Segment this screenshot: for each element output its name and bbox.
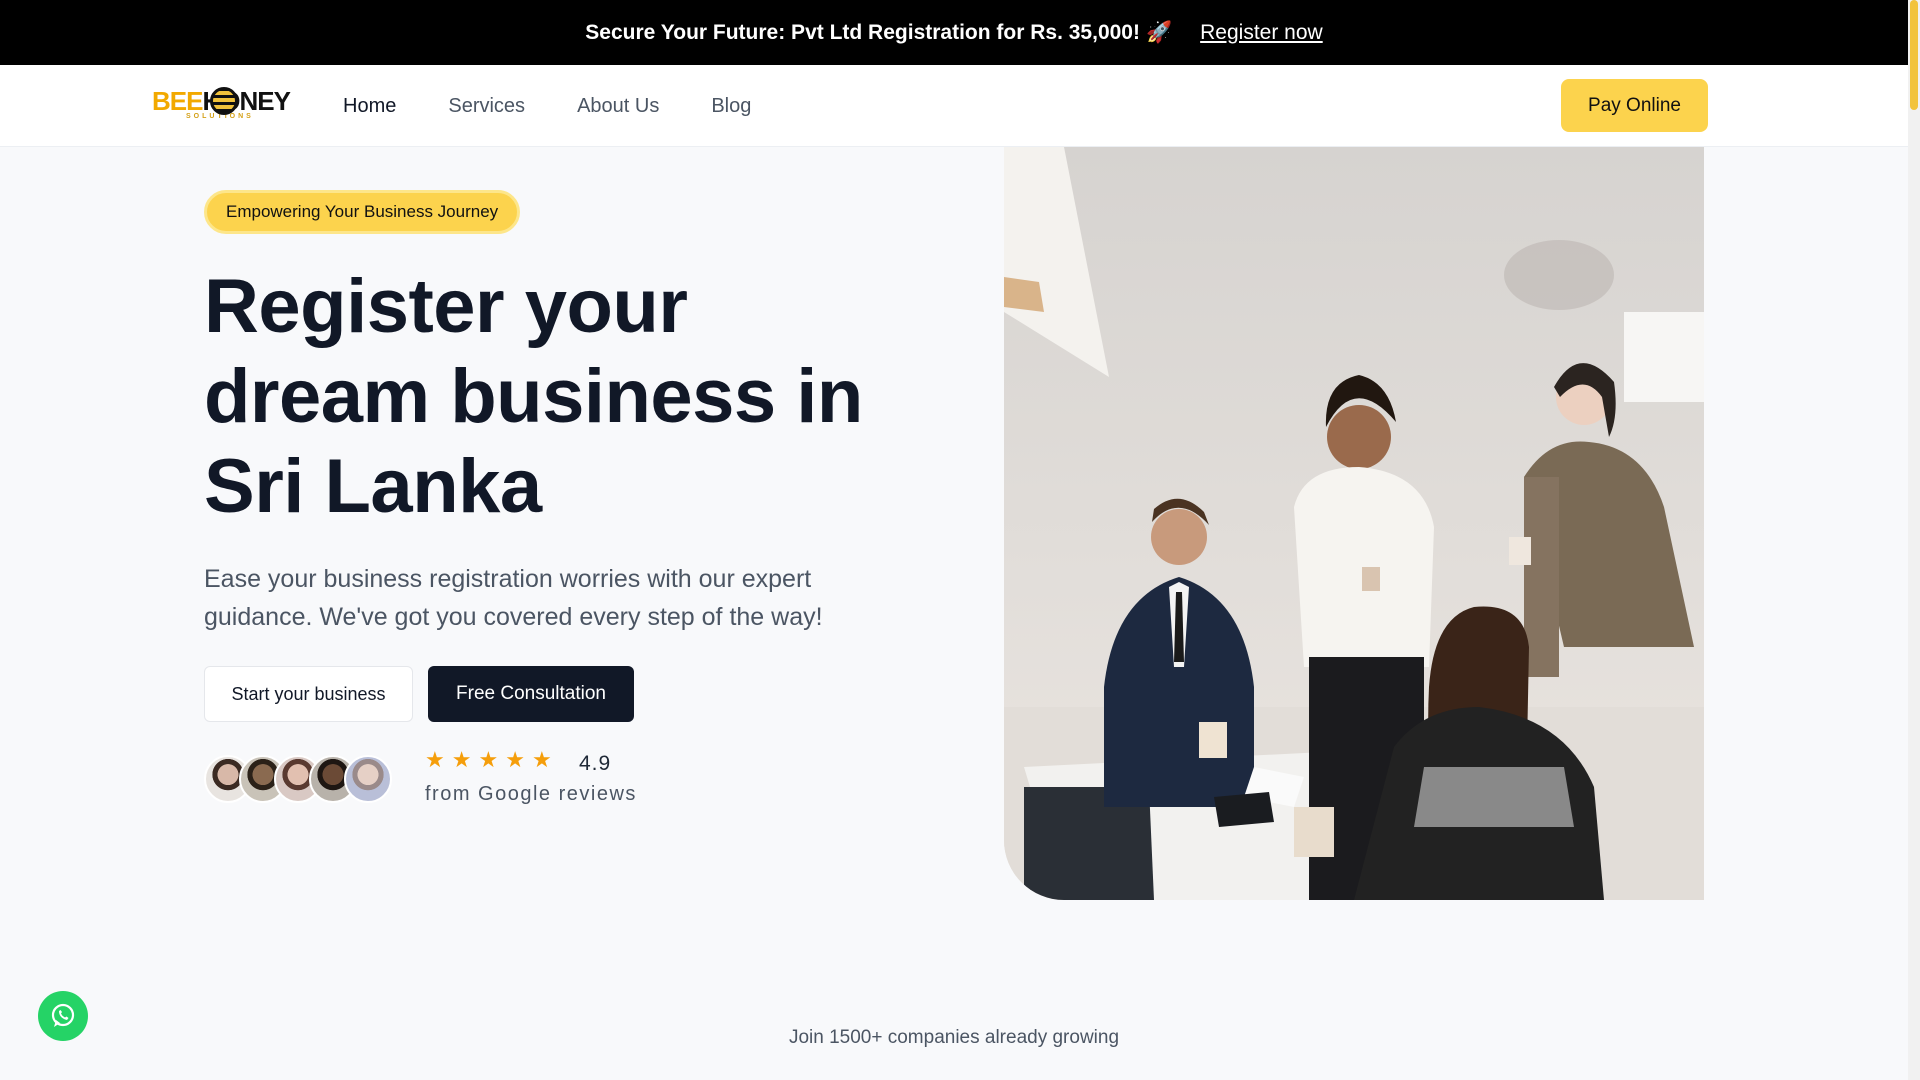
main-nav: Home Services About Us Blog <box>343 65 751 147</box>
rocket-icon: 🚀 <box>1145 20 1173 44</box>
hero-badge: Empowering Your Business Journey <box>204 190 521 234</box>
hero-team-photo <box>1004 147 1704 900</box>
join-companies-text: Join 1500+ companies already growing <box>788 1027 1120 1048</box>
free-consultation-button[interactable]: Free Consultation <box>428 666 634 722</box>
nav-item-about-us[interactable]: About Us <box>577 95 659 118</box>
scrollbar-thumb[interactable] <box>1910 0 1918 110</box>
star-icon: ★ <box>531 747 552 772</box>
star-icon: ★ <box>478 747 499 772</box>
brand-logo[interactable]: BEEHONEY SOLUTIONS <box>152 87 292 127</box>
promo-bar: Secure Your Future: Pvt Ltd Registration… <box>0 0 1908 65</box>
start-business-button[interactable]: Start your business <box>204 666 413 722</box>
star-icon: ★ <box>505 747 525 772</box>
hero-subtext: Ease your business registration worries … <box>204 565 823 631</box>
nav-item-home[interactable]: Home <box>343 95 396 118</box>
bee-icon <box>210 87 238 115</box>
pay-online-button[interactable]: Pay Online <box>1561 79 1708 132</box>
nav-item-services[interactable]: Services <box>448 95 525 118</box>
customer-avatars <box>204 755 394 805</box>
star-icon: ★ <box>451 747 472 772</box>
navbar: BEEHONEY SOLUTIONS Home Services About U… <box>0 65 1908 147</box>
page-scrollbar[interactable] <box>1908 0 1920 1080</box>
hero-headline: Register your dream business in Sri Lank… <box>204 264 863 529</box>
team-meeting-illustration <box>1004 147 1704 900</box>
nav-item-blog[interactable]: Blog <box>711 95 751 118</box>
rating-stars: ★ ★ ★ ★ ★ <box>425 748 552 772</box>
rating-value: 4.9 <box>579 752 612 775</box>
avatar <box>344 755 392 803</box>
star-icon: ★ <box>425 747 445 772</box>
promo-text: Secure Your Future: Pvt Ltd Registration… <box>585 20 1173 44</box>
register-now-link[interactable]: Register now <box>1200 21 1323 45</box>
reviews-label: from Google reviews <box>425 783 637 805</box>
